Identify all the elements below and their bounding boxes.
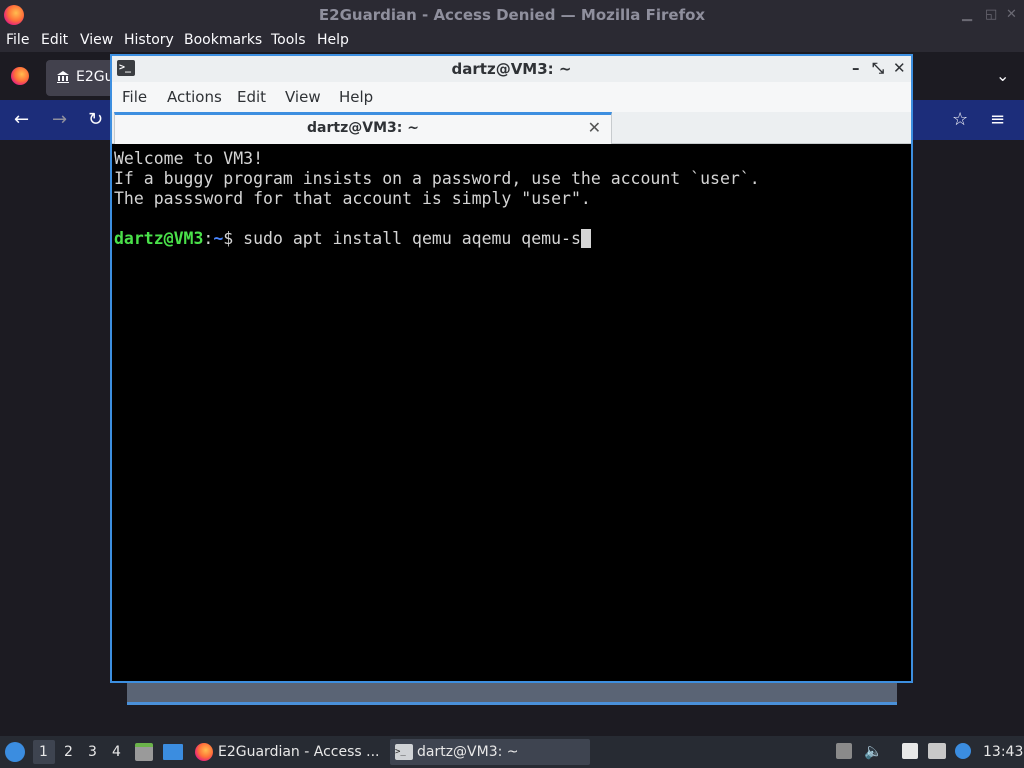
bookmark-star-icon[interactable]: ☆ [952,109,968,130]
clock[interactable]: 13:43 [983,744,1023,760]
prompt-colon: : [203,229,214,248]
close-icon[interactable]: ✕ [893,59,906,77]
prompt-path: ~ [213,229,224,248]
volume-icon[interactable]: 🔈 [864,742,883,760]
minimize-icon[interactable]: ▁ [962,7,972,22]
terminal-tab-bar: dartz@VM3: ~ ✕ [112,112,911,144]
menu-edit[interactable]: Edit [237,88,266,106]
close-icon[interactable]: ✕ [1006,7,1017,22]
tab-list-chevron-icon[interactable]: ⌄ [996,66,1009,85]
menu-help[interactable]: Help [339,88,373,106]
back-icon[interactable]: ← [14,109,29,130]
terminal-title-bar: >_ dartz@VM3: ~ – ⤡ ✕ [112,56,911,82]
menu-file[interactable]: File [6,32,29,48]
prompt-user-host: dartz@VM3 [114,229,204,248]
menu-file[interactable]: File [122,88,147,106]
terminal-window-title: dartz@VM3: ~ [451,60,572,78]
maximize-icon[interactable]: ⤡ [872,59,884,77]
minimize-icon[interactable]: – [852,59,860,77]
terminal-line: Welcome to VM3! [114,149,264,168]
show-desktop-icon[interactable] [163,744,183,760]
terminal-tab-label: dartz@VM3: ~ [307,120,419,136]
file-manager-icon[interactable] [135,743,153,761]
terminal-line: The passsword for that account is simply… [114,189,591,208]
workspace-4[interactable]: 4 [112,744,121,760]
firefox-window-title: E2Guardian - Access Denied — Mozilla Fir… [318,6,706,24]
background-window-edge [127,683,897,705]
command-input[interactable]: sudo apt install qemu aqemu qemu-s [243,229,581,248]
menu-history[interactable]: History [124,32,174,48]
workspace-3[interactable]: 3 [88,744,97,760]
terminal-window: >_ dartz@VM3: ~ – ⤡ ✕ File Actions Edit … [110,54,913,683]
terminal-line: If a buggy program insists on a password… [114,169,760,188]
task-firefox-label: E2Guardian - Access ... [218,744,380,760]
close-tab-icon[interactable]: ✕ [588,118,601,137]
network-icon[interactable] [928,743,946,759]
firefox-view-icon[interactable] [11,67,29,85]
menu-edit[interactable]: Edit [41,32,68,48]
bank-icon [57,71,69,83]
menu-view[interactable]: View [80,32,113,48]
terminal-prompt-line: dartz@VM3:~$ sudo apt install qemu aqemu… [114,229,911,249]
firefox-title-bar: E2Guardian - Access Denied — Mozilla Fir… [0,0,1024,30]
task-terminal-label: dartz@VM3: ~ [417,744,519,760]
menu-bookmarks[interactable]: Bookmarks [184,32,262,48]
workspace-2[interactable]: 2 [64,744,73,760]
browser-tab-label: E2Gu [76,69,114,85]
menu-actions[interactable]: Actions [167,88,222,106]
menu-view[interactable]: View [285,88,321,106]
workspace-1[interactable]: 1 [39,744,48,760]
menu-help[interactable]: Help [317,32,349,48]
app-launcher-icon[interactable] [5,742,25,762]
task-firefox[interactable]: E2Guardian - Access ... [192,739,382,765]
notification-icon[interactable] [955,743,971,759]
hamburger-menu-icon[interactable]: ≡ [990,109,1005,130]
terminal-output[interactable]: Welcome to VM3! If a buggy program insist… [112,145,911,681]
clipboard-icon[interactable] [902,743,918,759]
terminal-menu-bar: File Actions Edit View Help [112,82,911,112]
text-cursor [580,229,591,248]
firefox-icon [195,743,213,761]
firefox-menu-bar: File Edit View History Bookmarks Tools H… [0,30,1024,52]
task-terminal[interactable]: >_ dartz@VM3: ~ [390,739,590,765]
reload-icon[interactable]: ↻ [88,109,103,130]
forward-icon[interactable]: → [52,109,67,130]
taskbar: 1 2 3 4 E2Guardian - Access ... >_ dartz… [0,736,1024,768]
maximize-icon[interactable]: ◱ [985,7,997,22]
prompt-symbol: $ [223,229,244,248]
terminal-tab[interactable]: dartz@VM3: ~ ✕ [114,112,612,144]
terminal-icon: >_ [395,744,413,760]
menu-tools[interactable]: Tools [271,32,306,48]
upload-tray-icon[interactable] [836,743,852,759]
